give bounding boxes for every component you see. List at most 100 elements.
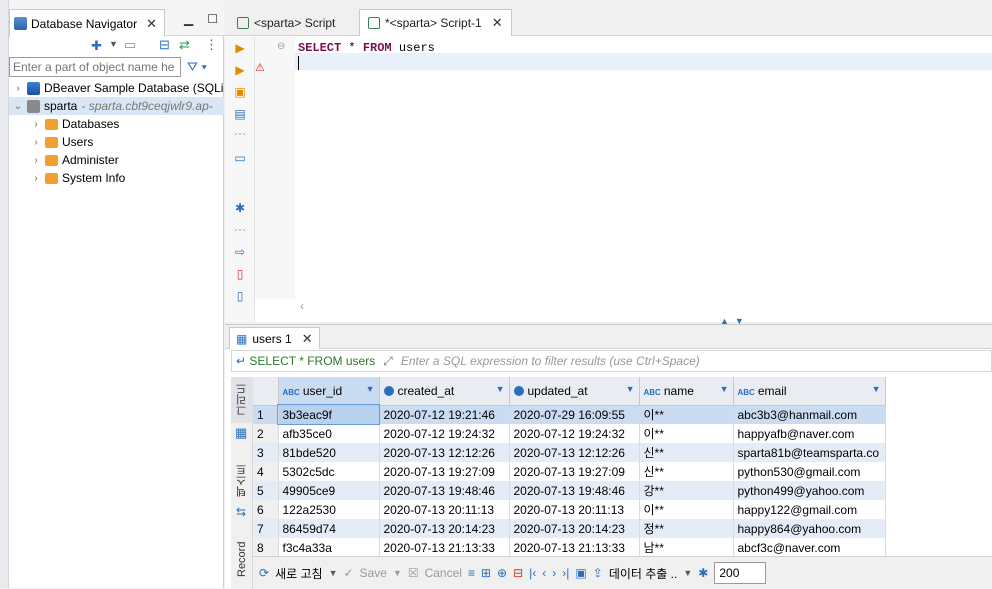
settings-gear-icon[interactable]: ✱ [233,201,247,215]
cell-name[interactable]: 신** [639,462,734,481]
cell-user-id[interactable]: 3b3eac9f [277,404,380,425]
chevron-down-icon[interactable]: ▼ [872,384,881,394]
cell-updated-at[interactable]: 2020-07-13 21:13:33 [509,538,640,557]
tab-grid-view[interactable]: 그리드 [231,377,253,423]
chevron-right-icon[interactable]: › [31,137,41,148]
row-number[interactable]: 3 [253,443,279,462]
cell-name[interactable]: 남** [639,538,734,557]
chevron-left-icon[interactable]: ‹ [300,299,304,313]
refresh-button[interactable]: 새로 고침 [275,565,323,582]
grid-icon[interactable]: ▦ [235,425,247,441]
next-icon[interactable]: › [552,566,556,580]
minimize-icon[interactable]: ▁ [184,12,193,26]
export-icon[interactable]: ⇨ [233,245,247,259]
table-row[interactable]: 7 86459d74 2020-07-13 20:14:23 2020-07-1… [253,519,886,538]
column-header-email[interactable]: ABC email ▼ [733,377,886,406]
file-icon[interactable]: ▯ [233,289,247,303]
cell-updated-at[interactable]: 2020-07-13 19:27:09 [509,462,640,481]
new-connection-icon[interactable]: ✚ [91,38,102,54]
fold-icon[interactable]: ⊖ [277,41,285,52]
tree-item-databases[interactable]: › Databases [31,115,119,133]
cell-created-at[interactable]: 2020-07-12 19:21:46 [379,405,510,424]
chevron-down-icon[interactable]: ▼ [393,568,402,578]
cell-email[interactable]: python499@yahoo.com [733,481,886,500]
text-view-icon[interactable]: ⇆ [236,505,246,519]
tree-item-sparta[interactable]: ⌄ sparta - sparta.cbt9ceqjwlr9.ap- [9,97,224,115]
fetch-size-input[interactable] [714,562,767,584]
cell-created-at[interactable]: 2020-07-13 12:12:26 [379,443,510,462]
add-row-icon[interactable]: ⊞ [481,566,491,580]
chevron-down-icon[interactable]: ▼ [720,384,729,394]
export-data-icon[interactable]: ⇪ [593,566,603,580]
chevron-right-icon[interactable]: › [13,83,23,94]
cell-email[interactable]: abcf3c@naver.com [733,538,886,557]
cell-updated-at[interactable]: 2020-07-13 12:12:26 [509,443,640,462]
cell-created-at[interactable]: 2020-07-13 20:14:23 [379,519,510,538]
last-page-icon[interactable]: ›| [562,566,569,580]
tab-script-1[interactable]: *<sparta> Script-1 ✕ [359,9,512,36]
cell-updated-at[interactable]: 2020-07-13 20:14:23 [509,519,640,538]
tree-item-users[interactable]: › Users [31,133,93,151]
tab-text-view[interactable]: 텍스트 [231,459,253,503]
table-row[interactable]: 1 3b3eac9f 2020-07-12 19:21:46 2020-07-2… [253,404,886,425]
row-number[interactable]: 5 [253,481,279,500]
cell-user-id[interactable]: 5302c5dc [278,462,380,481]
delete-row-icon[interactable]: ⊟ [513,566,523,580]
table-row[interactable]: 6 122a2530 2020-07-13 20:11:13 2020-07-1… [253,500,886,519]
cell-email[interactable]: happyafb@naver.com [733,424,886,443]
fetch-all-icon[interactable]: ▣ [575,566,586,580]
cell-created-at[interactable]: 2020-07-12 19:24:32 [379,424,510,443]
collapse-all-icon[interactable]: ⊟ [159,37,170,53]
tree-item-system-info[interactable]: › System Info [31,169,125,187]
cell-updated-at[interactable]: 2020-07-13 20:11:13 [509,500,640,519]
row-number[interactable]: 4 [253,462,279,481]
row-number[interactable]: 1 [253,405,279,424]
tree-item-administer[interactable]: › Administer [31,151,118,169]
chevron-right-icon[interactable]: › [31,173,41,184]
tree-item-sample-db[interactable]: › DBeaver Sample Database (SQLi [13,79,223,97]
execute-statement-icon[interactable]: ▶ [233,41,247,55]
horizontal-scrollbar[interactable]: ‹ [295,299,992,317]
chevron-down-icon[interactable]: ▼ [109,39,118,49]
cell-name[interactable]: 강** [639,481,734,500]
cell-created-at[interactable]: 2020-07-13 21:13:33 [379,538,510,557]
cell-email[interactable]: abc3b3@hanmail.com [733,405,886,424]
chevron-down-icon[interactable]: ▼ [683,568,692,578]
refresh-icon[interactable]: ⟳ [259,566,269,580]
chevron-right-icon[interactable]: › [31,155,41,166]
cell-name[interactable]: 정** [639,519,734,538]
filter-icon[interactable]: ⛛ ▾ [187,59,207,75]
expand-icon[interactable]: ⤢ [383,354,393,369]
tab-results-users[interactable]: ▦ users 1 ✕ [229,327,320,349]
cancel-button[interactable]: Cancel [425,566,462,580]
execute-new-tab-icon[interactable]: ▶ [233,63,247,77]
column-header-name[interactable]: ABC name ▼ [639,377,734,406]
chevron-down-icon[interactable]: ▼ [329,568,338,578]
row-number[interactable]: 8 [253,538,279,557]
close-icon[interactable]: ✕ [302,331,313,347]
cell-created-at[interactable]: 2020-07-13 19:48:46 [379,481,510,500]
table-row[interactable]: 3 81bde520 2020-07-13 12:12:26 2020-07-1… [253,443,886,462]
table-row[interactable]: 8 f3c4a33a 2020-07-13 21:13:33 2020-07-1… [253,538,886,557]
cell-updated-at[interactable]: 2020-07-13 19:48:46 [509,481,640,500]
export-data-button[interactable]: 데이터 추출 .. [609,565,678,582]
save-button[interactable]: Save [360,566,387,580]
console-icon[interactable]: ▭ [233,151,247,165]
copy-row-icon[interactable]: ⊕ [497,566,507,580]
tab-script[interactable]: <sparta> Script [229,9,343,36]
cell-user-id[interactable]: 81bde520 [278,443,380,462]
script-file-icon[interactable]: ▯ [233,267,247,281]
previous-icon[interactable]: ‹ [542,566,546,580]
cell-user-id[interactable]: 122a2530 [278,500,380,519]
execute-script-icon[interactable]: ▣ [233,85,247,99]
object-filter-input[interactable] [9,57,181,77]
cell-user-id[interactable]: afb35ce0 [278,424,380,443]
row-number[interactable]: 6 [253,500,279,519]
cell-user-id[interactable]: 49905ce9 [278,481,380,500]
first-page-icon[interactable]: |‹ [529,566,536,580]
chevron-right-icon[interactable]: › [31,119,41,130]
column-header-user-id[interactable]: ABC user_id ▼ [278,377,380,406]
view-menu-icon[interactable]: ⋮ [205,37,218,53]
filter-expression-input[interactable]: Enter a SQL expression to filter results… [401,354,700,368]
table-row[interactable]: 4 5302c5dc 2020-07-13 19:27:09 2020-07-1… [253,462,886,481]
